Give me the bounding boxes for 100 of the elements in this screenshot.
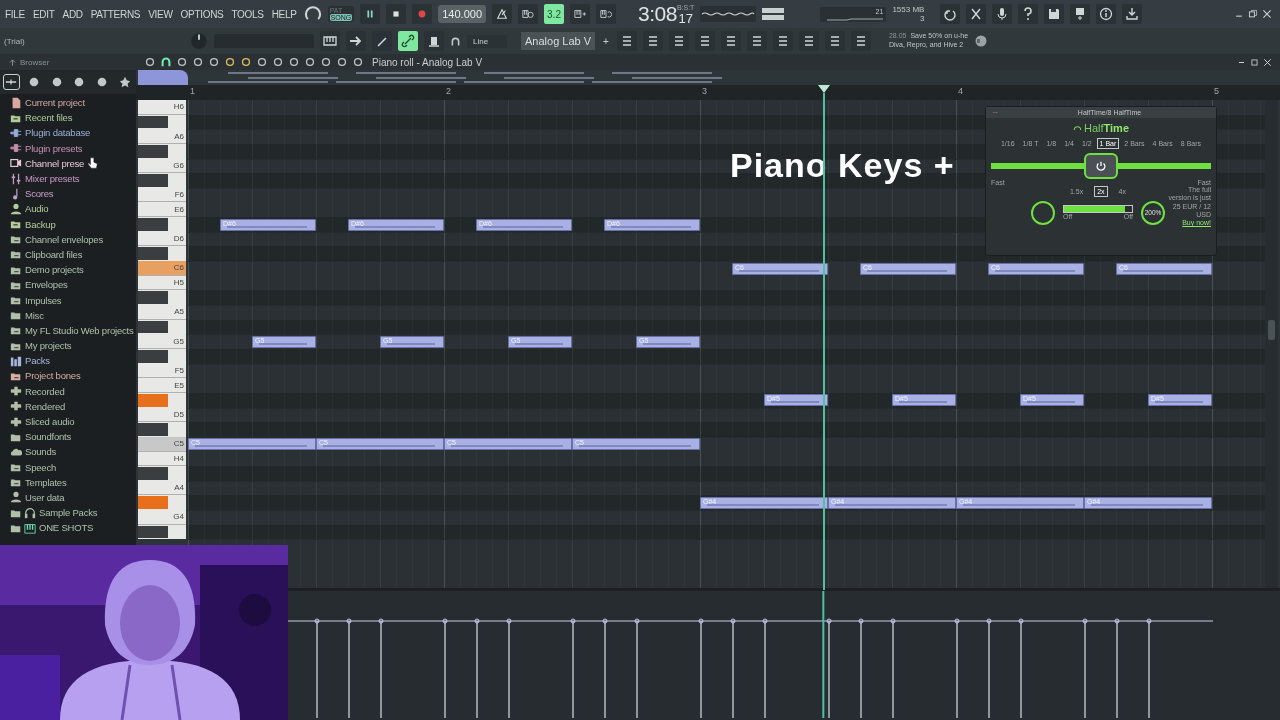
step-edit-button[interactable]: 3.2 bbox=[544, 4, 564, 24]
browser-item[interactable]: ONE SHOTS bbox=[39, 522, 94, 534]
browser-item[interactable]: Plugin presets bbox=[25, 142, 83, 154]
key-label: E5 bbox=[174, 380, 185, 390]
browser-item[interactable]: Packs bbox=[25, 355, 50, 367]
playhead[interactable] bbox=[823, 93, 826, 590]
piano-key[interactable] bbox=[138, 525, 168, 539]
pattern-selector[interactable]: Analog Lab V bbox=[521, 32, 596, 50]
browser-item[interactable]: Sliced audio bbox=[25, 416, 75, 428]
key-label: H4 bbox=[173, 453, 185, 463]
browser-item[interactable]: Soundfonts bbox=[25, 431, 72, 443]
browser-item[interactable]: Mixer presets bbox=[25, 173, 80, 185]
key-label: F5 bbox=[174, 365, 185, 375]
save-icon[interactable] bbox=[1047, 7, 1062, 21]
restore-icon[interactable] bbox=[1248, 9, 1258, 19]
left-speed-bar[interactable] bbox=[991, 162, 1084, 169]
metronome-button[interactable] bbox=[492, 4, 512, 24]
magnet-icon[interactable] bbox=[160, 56, 172, 68]
volume-knob-icon[interactable] bbox=[190, 32, 208, 50]
browser-item[interactable]: Rendered bbox=[25, 400, 66, 412]
browser-item[interactable]: Impulses bbox=[25, 294, 62, 306]
menu-item[interactable]: VIEW bbox=[147, 8, 174, 20]
all-tab[interactable] bbox=[3, 74, 20, 90]
browser-item[interactable]: My projects bbox=[25, 340, 72, 352]
piano-key[interactable]: C6 bbox=[138, 261, 186, 276]
close-icon[interactable] bbox=[1262, 9, 1272, 19]
record-button[interactable] bbox=[412, 4, 433, 24]
browser-item[interactable]: Envelopes bbox=[25, 279, 68, 291]
restore-icon[interactable] bbox=[1250, 57, 1259, 67]
browser-item[interactable]: Speech bbox=[25, 461, 57, 473]
piano-key[interactable]: E5 bbox=[138, 378, 186, 393]
star-icon[interactable] bbox=[118, 76, 131, 88]
folder-icon bbox=[10, 294, 22, 307]
headphones-icon bbox=[24, 506, 36, 519]
dual-knob[interactable] bbox=[1031, 200, 1055, 225]
piano-key[interactable] bbox=[138, 320, 168, 334]
menu-item[interactable]: FILE bbox=[4, 8, 26, 20]
browser-item[interactable]: Backup bbox=[25, 218, 56, 230]
piano-key[interactable] bbox=[138, 247, 168, 261]
piano-roll-title[interactable]: Piano roll - Analog Lab V bbox=[372, 56, 483, 68]
keyboard-icon[interactable] bbox=[323, 34, 337, 48]
browser-item[interactable]: Recorded bbox=[25, 385, 65, 397]
browser-item[interactable]: Project bones bbox=[25, 370, 81, 382]
browser-item[interactable]: Templates bbox=[25, 476, 67, 488]
menu-item[interactable]: TOOLS bbox=[230, 8, 265, 20]
stop-button[interactable] bbox=[386, 4, 407, 24]
packs-icon bbox=[10, 354, 22, 367]
scroll-bar[interactable] bbox=[1265, 99, 1278, 588]
menu-item[interactable]: PATTERNS bbox=[89, 8, 142, 20]
close-icon[interactable] bbox=[1263, 57, 1272, 67]
piano-key[interactable]: A6 bbox=[138, 129, 186, 144]
pencil-note-icon[interactable] bbox=[375, 34, 389, 48]
piano-key[interactable]: G4 bbox=[138, 510, 186, 525]
mix-slider[interactable] bbox=[1063, 205, 1133, 214]
download-icon[interactable] bbox=[1125, 7, 1140, 21]
power-button[interactable] bbox=[1084, 152, 1118, 179]
browser-item[interactable]: Sounds bbox=[25, 446, 57, 458]
loop-record-button[interactable] bbox=[596, 4, 616, 24]
link-button[interactable] bbox=[398, 31, 418, 51]
piano-key[interactable]: E6 bbox=[138, 202, 186, 218]
menu-item[interactable]: EDIT bbox=[31, 8, 56, 20]
note-grid[interactable] bbox=[188, 99, 1265, 588]
browser-item[interactable]: Demo projects bbox=[25, 264, 84, 276]
browser-title: Browser bbox=[20, 57, 50, 67]
browser-item[interactable]: Current project bbox=[25, 97, 85, 109]
magnet-icon bbox=[450, 35, 461, 47]
snap-dropdown[interactable]: Line bbox=[467, 34, 507, 48]
microphone-icon[interactable] bbox=[995, 7, 1010, 21]
browser-item[interactable]: Clipboard files bbox=[25, 248, 83, 260]
piano-key[interactable] bbox=[138, 349, 168, 363]
add-pattern-button[interactable]: + bbox=[601, 35, 611, 47]
browser-item[interactable]: Scores bbox=[25, 188, 54, 200]
browser-item[interactable]: Channel prese bbox=[25, 157, 85, 169]
right-speed-bar[interactable] bbox=[1118, 162, 1211, 169]
browser-item[interactable]: User data bbox=[25, 491, 65, 503]
browser-item[interactable]: Plugin database bbox=[25, 127, 91, 139]
browser-item[interactable]: Audio bbox=[25, 203, 49, 215]
piano-key[interactable] bbox=[138, 115, 168, 129]
browser-item[interactable]: Misc bbox=[25, 309, 44, 321]
piano-key[interactable]: A5 bbox=[138, 305, 186, 320]
pause-button[interactable] bbox=[360, 4, 381, 24]
wait-record-button[interactable] bbox=[518, 4, 538, 24]
key-label: E6 bbox=[174, 204, 185, 214]
menu-item[interactable]: HELP bbox=[270, 8, 298, 20]
browser-item[interactable]: Sample Packs bbox=[39, 507, 98, 519]
browser-item[interactable]: Channel envelopes bbox=[25, 233, 103, 245]
browser-item[interactable]: My FL Studio Web projects bbox=[25, 324, 134, 336]
typing-keyboard-button[interactable] bbox=[570, 4, 590, 24]
browser-item[interactable]: Recent files bbox=[25, 112, 73, 124]
piano-key[interactable]: G5 bbox=[138, 334, 186, 349]
arrow-right-icon[interactable] bbox=[349, 34, 363, 48]
menu-item[interactable]: OPTIONS bbox=[179, 8, 225, 20]
menu-item[interactable]: ADD bbox=[61, 8, 84, 20]
tempo-display[interactable]: 140.000 bbox=[438, 5, 486, 23]
folder-icon bbox=[10, 233, 22, 246]
bar-number: 5 bbox=[1214, 86, 1219, 96]
plugin-logo: HalfTime bbox=[1083, 121, 1129, 134]
piano-key[interactable] bbox=[138, 144, 168, 158]
up-arrow-icon[interactable] bbox=[8, 57, 17, 67]
info-icon[interactable] bbox=[1099, 7, 1114, 21]
